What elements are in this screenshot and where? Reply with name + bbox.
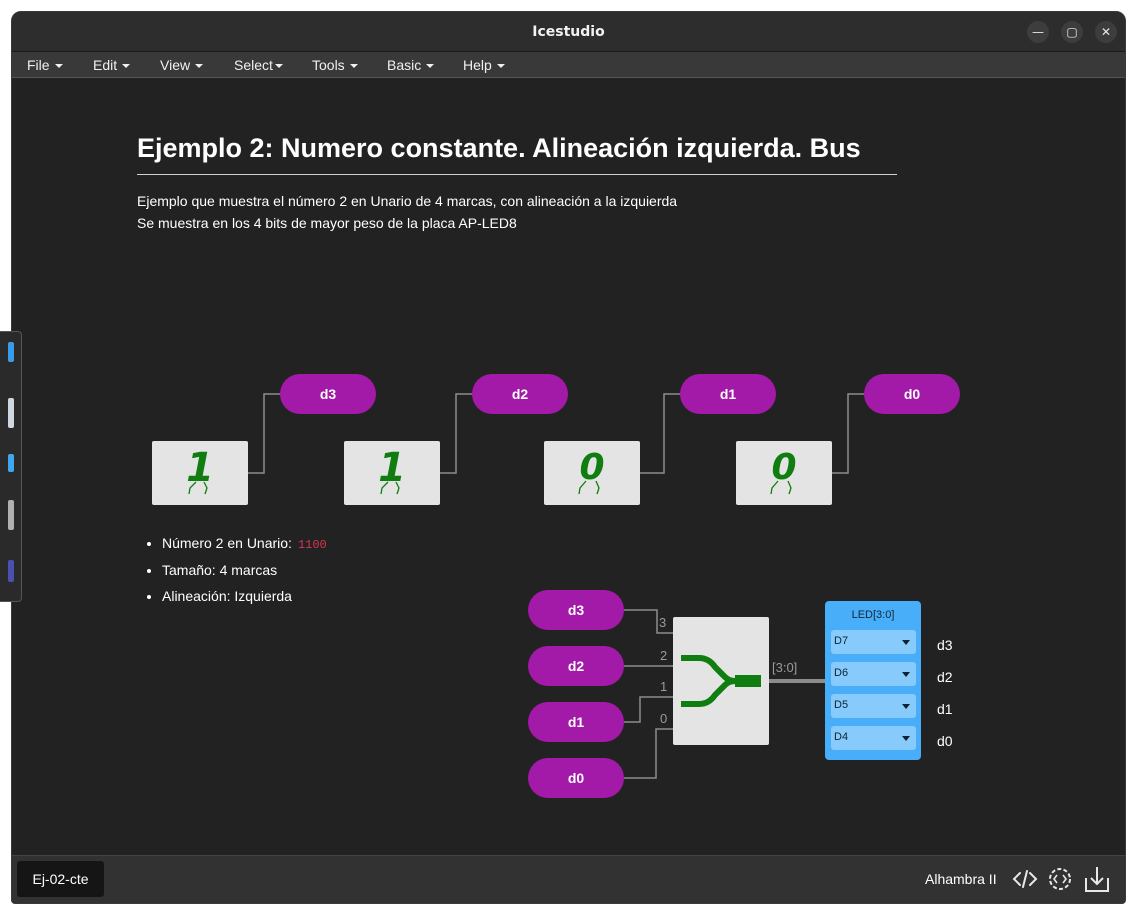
constant-block-1[interactable]: 1 [152,441,248,505]
board-name[interactable]: Alhambra II [925,871,997,887]
window-title: Icestudio [532,24,605,40]
close-button[interactable]: ✕ [1095,21,1117,43]
label-d2[interactable]: d2 [472,374,568,414]
list-item: Alineación: Izquierda [162,588,327,604]
input-label-d2[interactable]: d2 [528,646,624,686]
chevron-down-icon [426,64,435,69]
digit-character-icon: 1 [378,445,406,495]
side-dock [0,331,22,602]
settings-code-icon[interactable] [1046,865,1074,893]
constant-block-3[interactable]: 0 [544,441,640,505]
dock-app-icon[interactable] [8,500,14,530]
bus-join-icon [681,655,761,707]
minimize-button[interactable]: — [1027,21,1049,43]
label-d1[interactable]: d1 [680,374,776,414]
input-label-d1[interactable]: d1 [528,702,624,742]
dock-app-icon[interactable] [8,560,14,582]
icestudio-window: Icestudio — ▢ ✕ File Edit View Select To… [11,11,1126,904]
bus-wire-number: 1 [660,679,668,694]
led-pin-name: d2 [937,669,953,685]
pin-select-d7[interactable]: D7 [831,630,916,654]
chevron-down-icon [496,64,505,69]
bus-wire-number: 0 [660,711,668,726]
chevron-down-icon [274,64,283,69]
constant-value-2: 1 [378,445,406,491]
dropdown-arrow-icon [902,640,910,645]
menu-edit[interactable]: Edit [93,57,131,73]
menu-view[interactable]: View [160,57,204,73]
led-output-block[interactable]: LED[3:0] D7 D6 D5 D4 [825,601,921,760]
bus-wire-number: 2 [660,648,668,663]
constant-value-3: 0 [579,447,604,488]
code-icon[interactable] [1012,866,1038,892]
bus-join-block[interactable] [673,617,769,745]
digit-character-icon: 0 [770,447,797,495]
digit-character-icon: 1 [186,445,214,495]
info-line-1: Ejemplo que muestra el número 2 en Unari… [137,193,678,209]
constant-value-1: 1 [186,445,214,491]
footer-bar: Ej-02-cte Alhambra II [12,855,1125,903]
titlebar: Icestudio — ▢ ✕ [12,12,1125,52]
label-d0[interactable]: d0 [864,374,960,414]
constant-value-4: 0 [771,447,796,488]
dock-app-icon[interactable] [8,454,14,472]
list-item: Tamaño: 4 marcas [162,562,327,578]
bus-wire-number: 3 [659,615,667,630]
info-title: Ejemplo 2: Numero constante. Alineación … [137,133,897,175]
info-line-2: Se muestra en los 4 bits de mayor peso d… [137,215,517,231]
dock-app-icon[interactable] [8,398,14,428]
menu-basic[interactable]: Basic [387,57,435,73]
input-label-d0[interactable]: d0 [528,758,624,798]
dock-app-icon[interactable] [8,342,14,362]
chevron-down-icon [122,64,131,69]
menubar: File Edit View Select Tools Basic Help [12,52,1125,78]
constant-block-4[interactable]: 0 [736,441,832,505]
led-pin-name: d1 [937,701,953,717]
led-pin-name: d0 [937,733,953,749]
digit-character-icon: 0 [578,447,605,495]
file-tab[interactable]: Ej-02-cte [17,861,104,897]
dropdown-arrow-icon [902,704,910,709]
properties-list: Número 2 en Unario:1100 Tamaño: 4 marcas… [162,535,327,614]
dropdown-arrow-icon [902,672,910,677]
pin-select-d5[interactable]: D5 [831,694,916,718]
menu-tools[interactable]: Tools [312,57,358,73]
pin-select-d6[interactable]: D6 [831,662,916,686]
design-canvas[interactable]: Ejemplo 2: Numero constante. Alineación … [12,79,1125,855]
list-item: Número 2 en Unario:1100 [162,535,327,552]
menu-select[interactable]: Select [234,57,283,73]
menu-help[interactable]: Help [463,57,505,73]
pin-select-d4[interactable]: D4 [831,726,916,750]
input-label-d3[interactable]: d3 [528,590,624,630]
constant-block-2[interactable]: 1 [344,441,440,505]
chevron-down-icon [349,64,358,69]
download-icon[interactable] [1083,864,1111,894]
led-block-title: LED[3:0] [851,609,895,621]
chevron-down-icon [195,64,204,69]
chevron-down-icon [54,64,63,69]
unary-code: 1100 [297,538,327,552]
led-pin-name: d3 [937,637,953,653]
maximize-button[interactable]: ▢ [1061,21,1083,43]
menu-file[interactable]: File [27,57,63,73]
dropdown-arrow-icon [902,736,910,741]
label-d3[interactable]: d3 [280,374,376,414]
bus-size-label: [3:0] [772,660,798,675]
